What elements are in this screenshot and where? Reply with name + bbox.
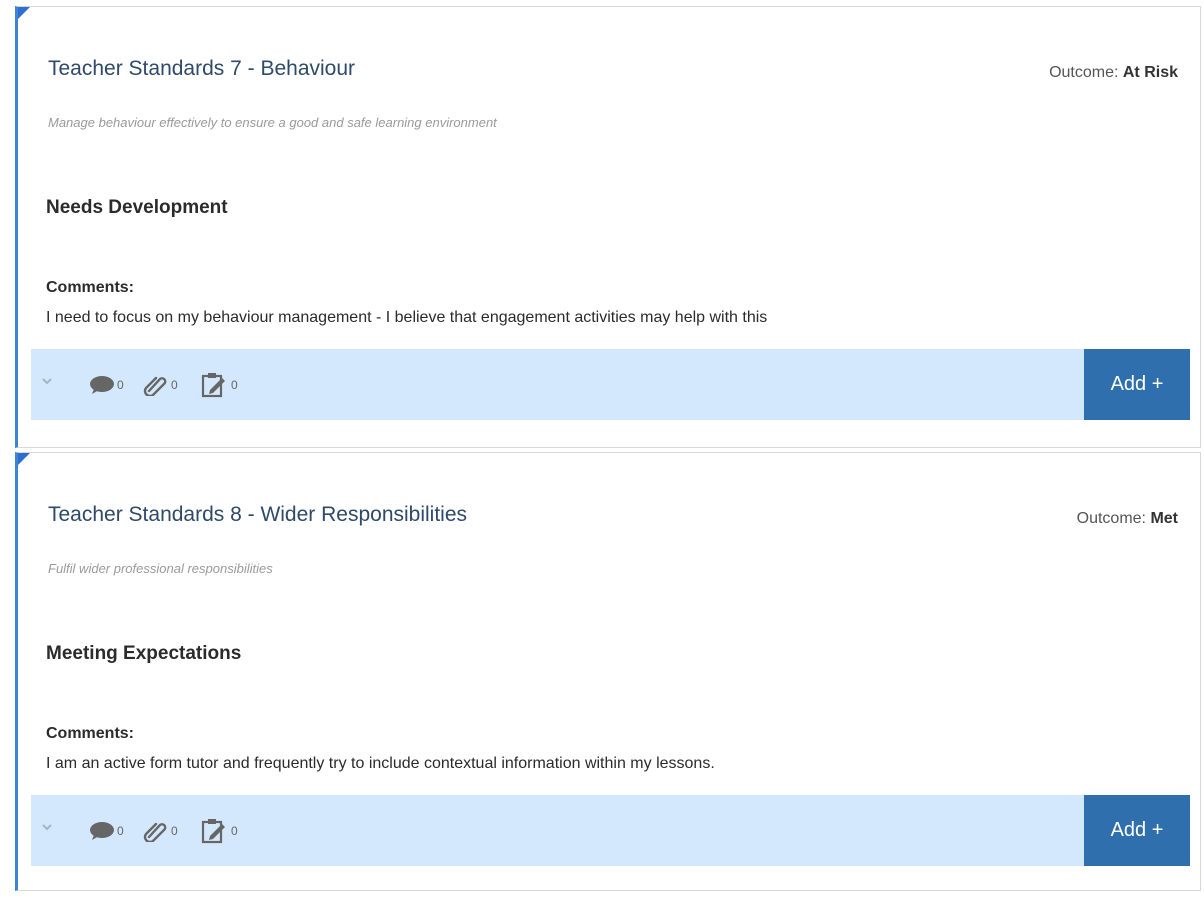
comment-icon [90,376,114,394]
task-count-value: 0 [231,824,238,838]
add-button[interactable]: Add + [1084,795,1190,866]
attachment-count-value: 0 [171,824,178,838]
task-count[interactable]: 0 [201,819,238,844]
task-count-value: 0 [231,378,238,392]
outcome: Outcome: At Risk [1049,64,1178,82]
standard-title: Teacher Standards 7 - Behaviour [48,57,356,80]
comment-count-value: 0 [117,824,124,838]
corner-marker [18,7,30,19]
outcome: Outcome: Met [1077,510,1178,528]
attachment-count-value: 0 [171,378,178,392]
paperclip-icon [143,822,167,842]
paperclip-icon [143,376,167,396]
attachment-count[interactable]: 0 [143,820,178,842]
clipboard-edit-icon [201,819,225,844]
comment-icon [90,822,114,840]
comment-count-value: 0 [117,378,124,392]
corner-marker [18,453,30,465]
outcome-label: Outcome: [1076,510,1146,527]
comment-count[interactable]: 0 [89,820,124,842]
action-bar: 0 0 0 Add + [31,349,1190,420]
assessment-level: Meeting Expectations [46,643,242,664]
outcome-value: Met [1150,510,1178,527]
clipboard-edit-icon [201,373,225,398]
comments-text: I am an active form tutor and frequently… [46,755,715,772]
action-bar: 0 0 0 Add + [31,795,1190,866]
standard-title: Teacher Standards 8 - Wider Responsibili… [48,503,468,526]
chevron-down-icon[interactable] [39,373,55,389]
chevron-down-icon[interactable] [39,819,55,835]
assessment-level: Needs Development [46,197,228,218]
comment-count[interactable]: 0 [89,374,124,396]
standard-description: Fulfil wider professional responsibiliti… [48,561,273,576]
comments-label: Comments: [46,725,135,742]
standard-card: Teacher Standards 8 - Wider Responsibili… [15,452,1201,891]
standard-card: Teacher Standards 7 - Behaviour Outcome:… [15,6,1201,448]
outcome-label: Outcome: [1049,64,1119,81]
outcome-value: At Risk [1122,64,1178,81]
comments-text: I need to focus on my behaviour manageme… [46,309,768,326]
add-button[interactable]: Add + [1084,349,1190,420]
standard-description: Manage behaviour effectively to ensure a… [48,115,497,130]
attachment-count[interactable]: 0 [143,374,178,396]
comments-label: Comments: [46,279,135,296]
task-count[interactable]: 0 [201,373,238,398]
